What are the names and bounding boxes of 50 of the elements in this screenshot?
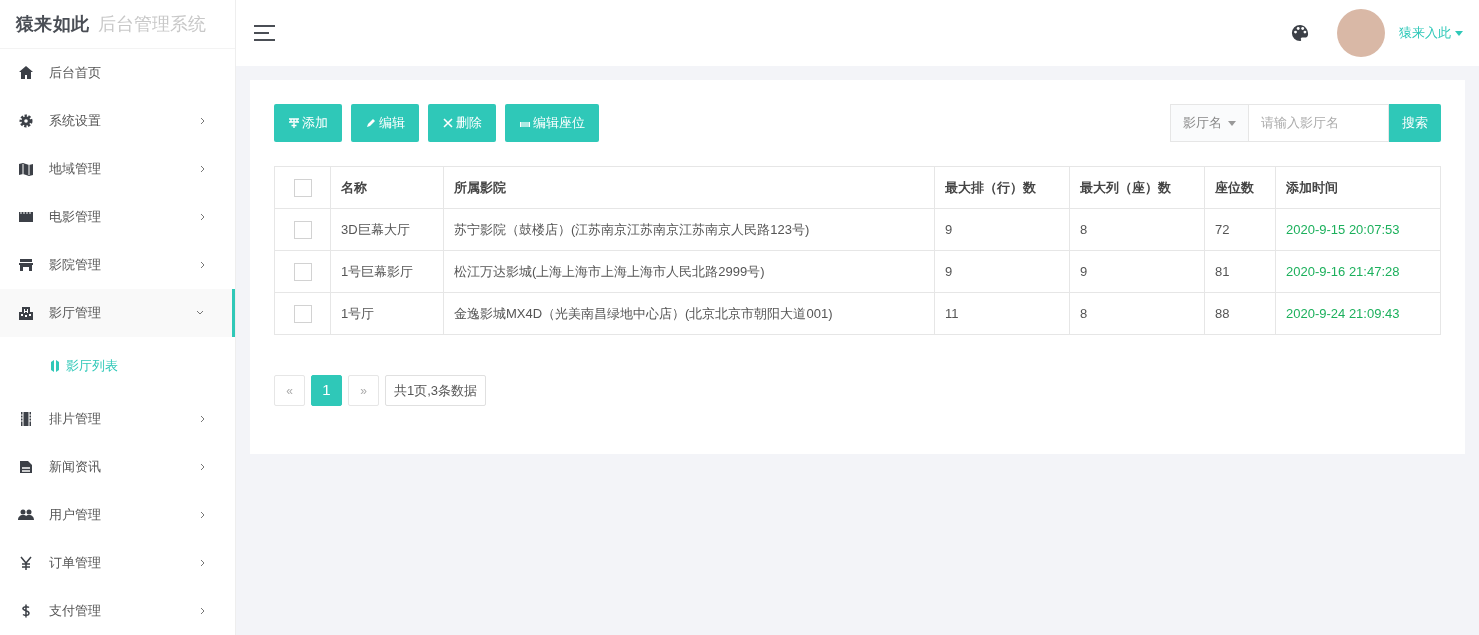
column-header: 添加时间 bbox=[1275, 166, 1441, 209]
table-cell: 松江万达影城(上海上海市上海上海市人民北路2999号) bbox=[443, 250, 935, 293]
table-cell: 2020-9-15 20:07:53 bbox=[1275, 208, 1441, 251]
table-cell: 2020-9-24 21:09:43 bbox=[1275, 292, 1441, 335]
film-strip-icon bbox=[18, 411, 34, 427]
users-icon bbox=[18, 507, 34, 523]
column-header: 最大列（座）数 bbox=[1069, 166, 1205, 209]
column-header: 名称 bbox=[330, 166, 444, 209]
menu-icon[interactable] bbox=[254, 25, 276, 41]
column-header: 最大排（行）数 bbox=[934, 166, 1070, 209]
column-header: 所属影院 bbox=[443, 166, 935, 209]
storefront-icon bbox=[18, 257, 34, 273]
map-icon bbox=[18, 161, 34, 177]
table-cell: 1号厅 bbox=[330, 292, 444, 335]
table-cell: 9 bbox=[1069, 250, 1205, 293]
table-cell: 苏宁影院（鼓楼店）(江苏南京江苏南京江苏南京人民路123号) bbox=[443, 208, 935, 251]
table-cell: 11 bbox=[934, 292, 1070, 335]
table-cell: 8 bbox=[1069, 292, 1205, 335]
table-cell: 81 bbox=[1204, 250, 1276, 293]
yen-icon bbox=[18, 555, 34, 571]
row-checkbox[interactable] bbox=[293, 305, 312, 324]
sidebar-item[interactable]: 影厅管理 bbox=[0, 289, 235, 337]
avatar[interactable] bbox=[1337, 9, 1385, 57]
select-all-checkbox[interactable] bbox=[293, 179, 312, 198]
settings-icon bbox=[18, 113, 34, 129]
table-cell: 88 bbox=[1204, 292, 1276, 335]
caret-icon bbox=[1455, 30, 1463, 36]
palette-icon[interactable] bbox=[1291, 24, 1309, 42]
caret-icon bbox=[1228, 120, 1236, 126]
home-icon bbox=[18, 65, 34, 81]
table-cell: 1号巨幕影厅 bbox=[330, 250, 444, 293]
close-icon bbox=[442, 117, 454, 129]
table-cell: 9 bbox=[934, 208, 1070, 251]
table-cell: 2020-9-16 21:47:28 bbox=[1275, 250, 1441, 293]
pencil-icon bbox=[365, 117, 377, 129]
table-plus-icon bbox=[288, 117, 300, 129]
table-cell: 9 bbox=[934, 250, 1070, 293]
table-cell: 8 bbox=[1069, 208, 1205, 251]
table-cell: 3D巨幕大厅 bbox=[330, 208, 444, 251]
table-cell: 72 bbox=[1204, 208, 1276, 251]
field-select[interactable]: 影厅名 bbox=[1170, 104, 1249, 142]
column-header: 座位数 bbox=[1204, 166, 1276, 209]
document-icon bbox=[18, 459, 34, 475]
pagination-summary: 共1页,3条数据 bbox=[385, 375, 487, 406]
film-clapper-icon bbox=[18, 209, 34, 225]
logo-brand: 猿来如此 bbox=[16, 12, 90, 36]
table-cell: 金逸影城MX4D（光美南昌绿地中心店）(北京北京市朝阳大道001) bbox=[443, 292, 935, 335]
row-checkbox[interactable] bbox=[293, 263, 312, 282]
row-checkbox[interactable] bbox=[293, 221, 312, 240]
building-icon bbox=[18, 305, 34, 321]
